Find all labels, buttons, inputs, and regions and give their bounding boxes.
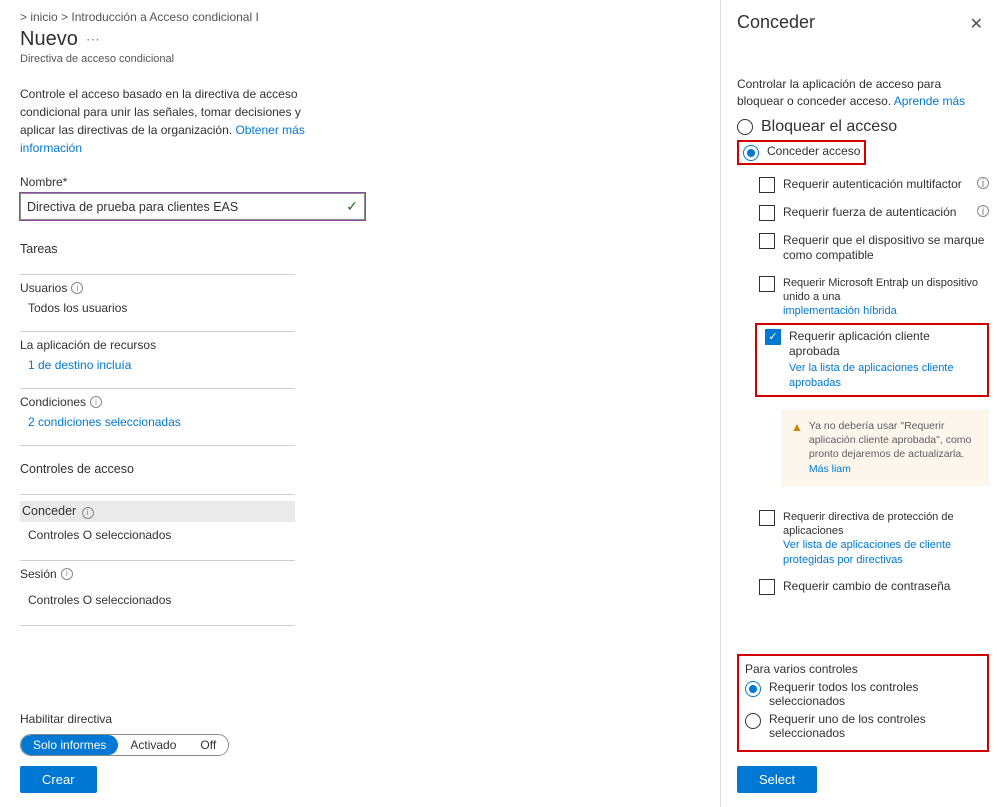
- divider: [20, 494, 295, 495]
- page-subtitle: Directiva de acceso condicional: [20, 53, 720, 65]
- opt-password-change[interactable]: Requerir cambio de contraseña: [759, 573, 989, 601]
- divider: [20, 388, 295, 389]
- checkbox[interactable]: [759, 205, 775, 221]
- divider: [20, 331, 295, 332]
- radio-grant-access[interactable]: Conceder acceso: [743, 144, 860, 161]
- divider: [20, 625, 295, 626]
- grant-value: Controles O seleccionados: [28, 528, 720, 542]
- conditions-label[interactable]: Condiciones i: [20, 395, 720, 409]
- opt-mfa[interactable]: Requerir autenticación multifactor i: [759, 171, 989, 199]
- info-icon[interactable]: i: [977, 177, 989, 189]
- toggle-off[interactable]: Off: [188, 735, 228, 755]
- radio-icon[interactable]: [745, 681, 761, 697]
- opt-hybrid[interactable]: Requerir Microsoft Entraþ un dispositivo…: [759, 270, 989, 319]
- name-input[interactable]: [27, 200, 346, 214]
- checkbox[interactable]: [759, 579, 775, 595]
- create-button[interactable]: Crear: [20, 766, 97, 793]
- radio-icon[interactable]: [745, 713, 761, 729]
- multi-controls-heading: Para varios controles: [745, 662, 981, 676]
- radio-require-one[interactable]: Requerir uno de los controles selecciona…: [745, 712, 981, 740]
- opt-app-protection[interactable]: Requerir directiva de protección de apli…: [759, 504, 989, 573]
- conditions-value[interactable]: 2 condiciones seleccionadas: [28, 415, 720, 429]
- users-label[interactable]: Usuarios i: [20, 281, 720, 295]
- session-label[interactable]: Sesión i: [20, 567, 720, 581]
- info-icon[interactable]: i: [61, 568, 73, 580]
- divider: [20, 445, 295, 446]
- warning-icon: ▲: [791, 419, 803, 476]
- valid-check-icon: ✓: [346, 198, 358, 215]
- access-controls-heading: Controles de acceso: [20, 462, 720, 476]
- opt-approved-app[interactable]: ✓ Requerir aplicación cliente aprobada V…: [765, 327, 983, 393]
- radio-icon[interactable]: [743, 145, 759, 161]
- warning-more-link[interactable]: Más liam: [809, 463, 851, 475]
- select-button[interactable]: Select: [737, 766, 817, 793]
- apps-value[interactable]: 1 de destino incluía: [28, 358, 720, 372]
- radio-icon[interactable]: [737, 119, 753, 135]
- checkbox[interactable]: [759, 510, 775, 526]
- enable-policy-toggle[interactable]: Solo informes Activado Off: [20, 734, 229, 756]
- opt-auth-strength[interactable]: Requerir fuerza de autenticación i: [759, 199, 989, 227]
- close-icon[interactable]: ✕: [964, 12, 989, 36]
- opt-compliant[interactable]: Requerir que el dispositivo se marque co…: [759, 227, 989, 270]
- approved-list-link[interactable]: Ver la lista de aplicaciones cliente apr…: [789, 362, 953, 390]
- panel-description: Controlar la aplicación de acceso para b…: [737, 76, 989, 110]
- enable-policy-label: Habilitar directiva: [20, 712, 720, 726]
- more-menu-icon[interactable]: ⋯: [86, 31, 101, 48]
- name-input-wrapper[interactable]: ✓: [20, 193, 365, 220]
- highlight-multi-controls: Para varios controles Requerir todos los…: [737, 654, 989, 752]
- hybrid-link[interactable]: implementación híbrida: [783, 305, 897, 317]
- highlight-grant-access: Conceder acceso: [737, 140, 866, 165]
- page-title: Nuevo: [20, 28, 78, 51]
- checkbox[interactable]: [759, 276, 775, 292]
- grant-row[interactable]: Conceder i: [20, 501, 295, 522]
- session-value: Controles O seleccionados: [28, 593, 720, 607]
- apps-label[interactable]: La aplicación de recursos: [20, 338, 720, 352]
- checkbox[interactable]: [759, 233, 775, 249]
- main-panel: > inicio > Introducción a Acceso condici…: [0, 0, 720, 807]
- radio-require-all[interactable]: Requerir todos los controles seleccionad…: [745, 680, 981, 708]
- radio-block-access[interactable]: Bloquear el acceso: [737, 118, 989, 136]
- protection-list-link[interactable]: Ver lista de aplicaciones de cliente pro…: [783, 539, 951, 565]
- grant-panel: Conceder ✕ Controlar la aplicación de ac…: [720, 0, 999, 807]
- tasks-heading: Tareas: [20, 242, 720, 256]
- checkbox[interactable]: ✓: [765, 329, 781, 345]
- info-icon[interactable]: i: [90, 396, 102, 408]
- toggle-on[interactable]: Activado: [118, 735, 188, 755]
- divider: [20, 274, 295, 275]
- learn-more-link[interactable]: Aprende más: [894, 94, 965, 108]
- checkbox[interactable]: [759, 177, 775, 193]
- bottom-bar: Habilitar directiva Solo informes Activa…: [20, 712, 720, 807]
- policy-description: Controle el acceso basado en la directiv…: [20, 85, 320, 157]
- users-value[interactable]: Todos los usuarios: [28, 301, 720, 315]
- panel-title: Conceder: [737, 12, 815, 33]
- highlight-approved-app: ✓ Requerir aplicación cliente aprobada V…: [755, 323, 989, 397]
- info-icon[interactable]: i: [82, 507, 94, 519]
- toggle-report-only[interactable]: Solo informes: [21, 735, 118, 755]
- name-label: Nombre*: [20, 175, 720, 189]
- info-icon[interactable]: i: [977, 205, 989, 217]
- divider: [20, 560, 295, 561]
- breadcrumb[interactable]: > inicio > Introducción a Acceso condici…: [20, 10, 720, 24]
- info-icon[interactable]: i: [71, 282, 83, 294]
- deprecation-warning: ▲ Ya no debería usar "Requerir aplicació…: [781, 409, 989, 486]
